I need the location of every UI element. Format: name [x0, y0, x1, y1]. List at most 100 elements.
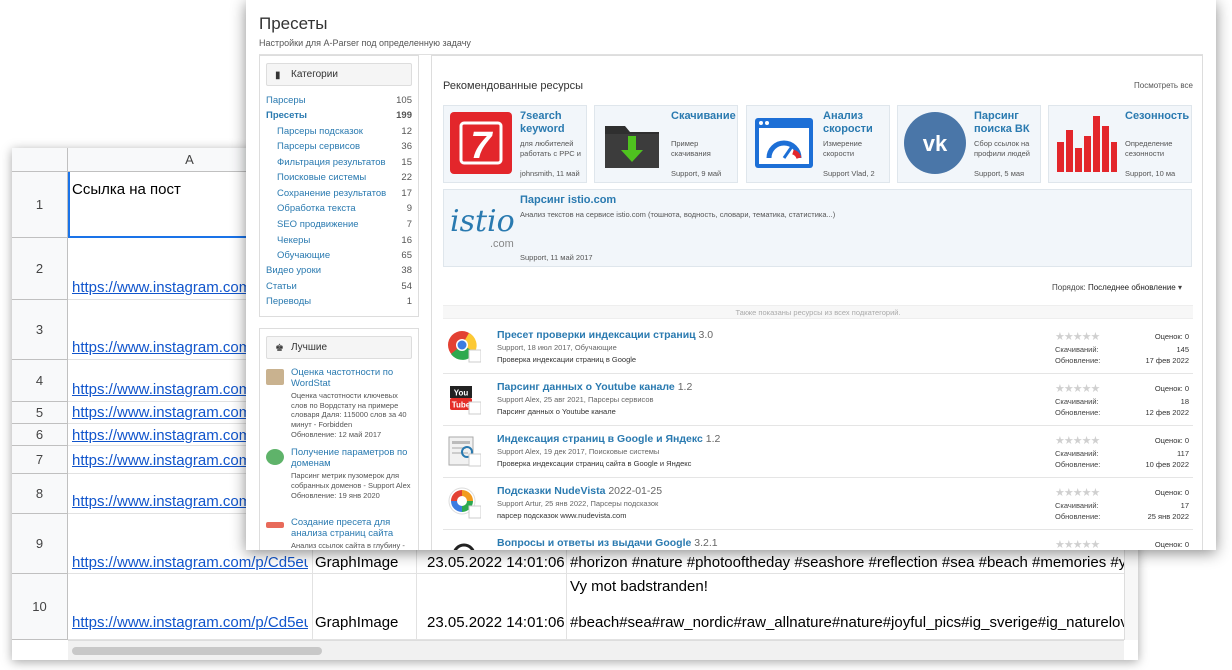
- best-item-desc: Оценка частотности ключевых слов по Ворд…: [291, 391, 407, 429]
- category-translations[interactable]: Переводы: [266, 296, 311, 307]
- horizontal-scrollbar[interactable]: [68, 640, 1124, 660]
- resource-card-title[interactable]: Анализ скорости: [823, 110, 889, 135]
- speed-gauge-icon: [753, 112, 815, 174]
- best-title: Лучшие: [291, 342, 328, 353]
- row-header[interactable]: 1: [12, 172, 68, 238]
- downloads-count: 17: [1180, 501, 1189, 510]
- updated-date: 25 янв 2022: [1147, 512, 1189, 521]
- best-item-title[interactable]: Создание пресета для анализа страниц сай…: [291, 517, 416, 539]
- caret-down-icon[interactable]: ▾: [1178, 283, 1182, 292]
- resource-card-title[interactable]: Парсинг istio.com: [520, 194, 1120, 207]
- row-header[interactable]: 9: [12, 514, 68, 574]
- select-all-corner[interactable]: [12, 148, 68, 172]
- row-header[interactable]: 3: [12, 300, 68, 360]
- category-result-filtering[interactable]: Фильтрация результатов: [277, 157, 386, 168]
- rating-stars[interactable]: ★★★★★: [1055, 382, 1100, 395]
- resource-card-meta: Support, 9 май: [671, 169, 722, 178]
- resource-card-title[interactable]: Сезонность: [1125, 110, 1191, 123]
- scrollbar-thumb[interactable]: [72, 647, 322, 655]
- resource-card[interactable]: Скачивание Пример скачивания Support, 9 …: [594, 105, 738, 183]
- cell-caption-line[interactable]: Vy mot badstranden!: [570, 578, 1136, 595]
- row-header[interactable]: 4: [12, 360, 68, 402]
- row-header[interactable]: 2: [12, 238, 68, 300]
- category-seo[interactable]: SEO продвижение: [277, 219, 359, 230]
- cell-date[interactable]: 23.05.2022 14:01:06: [427, 554, 565, 571]
- row-header[interactable]: 7: [12, 446, 68, 474]
- best-item[interactable]: Создание пресета для анализа страниц сай…: [266, 517, 416, 550]
- resource-card-title[interactable]: 7search keyword: [520, 110, 586, 135]
- cell-type[interactable]: GraphImage: [315, 614, 415, 631]
- rating-stars[interactable]: ★★★★★: [1055, 486, 1100, 499]
- downloads-label: Скачиваний:: [1055, 397, 1099, 406]
- resource-card[interactable]: Сезонность Определение сезонности Suppor…: [1048, 105, 1192, 183]
- cell-date[interactable]: 23.05.2022 14:01:06: [427, 614, 565, 631]
- category-tutorials[interactable]: Обучающие: [277, 250, 330, 261]
- resource-desc: парсер подсказок www.nudevista.com: [497, 511, 627, 520]
- rating-stars[interactable]: ★★★★★: [1055, 330, 1100, 343]
- best-item[interactable]: Оценка частотности по WordStat Оценка ча…: [266, 367, 416, 447]
- resource-title[interactable]: Пресет проверки индексации страниц 3.0: [497, 329, 713, 341]
- resource-meta: Support Artur, 25 янв 2022, Парсеры подс…: [497, 499, 659, 508]
- resource-card-desc: Определение сезонности: [1125, 139, 1173, 158]
- downloads-label: Скачиваний:: [1055, 449, 1099, 458]
- category-video-lessons[interactable]: Видео уроки: [266, 265, 321, 276]
- resource-title-text[interactable]: Пресет проверки индексации страниц: [497, 329, 696, 341]
- cell-link[interactable]: https://www.instagram.com/p/Cd5eu: [72, 554, 308, 571]
- row-header[interactable]: 6: [12, 424, 68, 446]
- best-item[interactable]: Получение параметров по доменам Парсинг …: [266, 447, 416, 511]
- resource-row[interactable]: Пресет проверки индексации страниц 3.0 S…: [443, 322, 1193, 374]
- resource-card-title[interactable]: Парсинг поиска ВК: [974, 110, 1040, 135]
- category-search-engines[interactable]: Поисковые системы: [277, 172, 366, 183]
- category-count: 16: [401, 235, 412, 246]
- row-header[interactable]: 8: [12, 474, 68, 514]
- category-count: 36: [401, 141, 412, 152]
- category-suggest-parsers[interactable]: Парсеры подсказок: [277, 126, 363, 137]
- category-count: 22: [401, 172, 412, 183]
- resource-row[interactable]: You Tube Парсинг данных о Youtube канале …: [443, 374, 1193, 426]
- best-item-title[interactable]: Получение параметров по доменам: [291, 447, 416, 469]
- recommended-title: Рекомендованные ресурсы: [443, 80, 584, 92]
- cell-type[interactable]: GraphImage: [315, 554, 415, 571]
- resource-title[interactable]: Индексация страниц в Google и Яндекс 1.2: [497, 433, 720, 445]
- resource-card-meta: Support, 5 мая: [974, 169, 1025, 178]
- cell-caption[interactable]: #beach#sea#raw_nordic#raw_allnature#natu…: [570, 614, 1136, 631]
- resource-row[interactable]: Подсказки NudeVista 2022-01-25 Support A…: [443, 478, 1193, 530]
- see-all-link[interactable]: Посмотреть все: [1134, 81, 1193, 90]
- category-presets[interactable]: Пресеты: [266, 110, 307, 121]
- downloads-count: 145: [1176, 345, 1189, 354]
- category-checkers[interactable]: Чекеры: [277, 235, 310, 246]
- youtube-icon: You Tube: [447, 382, 482, 416]
- rating-stars[interactable]: ★★★★★: [1055, 434, 1100, 447]
- category-count: 38: [401, 265, 412, 276]
- resource-title-text[interactable]: Парсинг данных о Youtube канале: [497, 381, 675, 393]
- resource-title[interactable]: Парсинг данных о Youtube канале 1.2: [497, 381, 692, 393]
- category-parsers[interactable]: Парсеры: [266, 95, 306, 106]
- resource-card-title[interactable]: Скачивание: [671, 110, 737, 123]
- ratings-count: Оценок: 0: [1154, 436, 1189, 445]
- category-service-parsers[interactable]: Парсеры сервисов: [277, 141, 360, 152]
- resource-card[interactable]: Анализ скорости Измерение скорости Suppo…: [746, 105, 890, 183]
- rating-stars[interactable]: ★★★★★: [1055, 538, 1100, 550]
- resource-card-wide[interactable]: istio .com Парсинг istio.com Анализ текс…: [443, 189, 1192, 267]
- resource-title[interactable]: Вопросы и ответы из выдачи Google 3.2.1: [497, 537, 718, 549]
- row-header[interactable]: 5: [12, 402, 68, 424]
- resource-title[interactable]: Подсказки NudeVista 2022-01-25: [497, 485, 662, 497]
- resource-title-text[interactable]: Вопросы и ответы из выдачи Google: [497, 537, 691, 549]
- updated-label: Обновление:: [1055, 512, 1101, 521]
- resource-title-text[interactable]: Подсказки NudeVista: [497, 485, 605, 497]
- category-text-processing[interactable]: Обработка текста: [277, 203, 356, 214]
- resource-row[interactable]: Вопросы и ответы из выдачи Google 3.2.1 …: [443, 530, 1193, 550]
- svg-text:7: 7: [470, 125, 493, 167]
- sort-dropdown[interactable]: Последнее обновление: [1088, 283, 1176, 292]
- resource-title-text[interactable]: Индексация страниц в Google и Яндекс: [497, 433, 703, 445]
- category-result-saving[interactable]: Сохранение результатов: [277, 188, 386, 199]
- cell-link[interactable]: https://www.instagram.com/p/Cd5eu: [72, 614, 308, 631]
- resource-card[interactable]: 7 7search keyword для любителей работать…: [443, 105, 587, 183]
- row-header[interactable]: 10: [12, 574, 68, 640]
- resource-card[interactable]: vk Парсинг поиска ВК Сбор ссылок на проф…: [897, 105, 1041, 183]
- resource-row[interactable]: Индексация страниц в Google и Яндекс 1.2…: [443, 426, 1193, 478]
- best-item-updated: Обновление: 19 янв 2020: [291, 491, 380, 500]
- cell-caption[interactable]: #horizon #nature #photooftheday #seashor…: [570, 554, 1136, 571]
- best-item-title[interactable]: Оценка частотности по WordStat: [291, 367, 416, 389]
- category-articles[interactable]: Статьи: [266, 281, 297, 292]
